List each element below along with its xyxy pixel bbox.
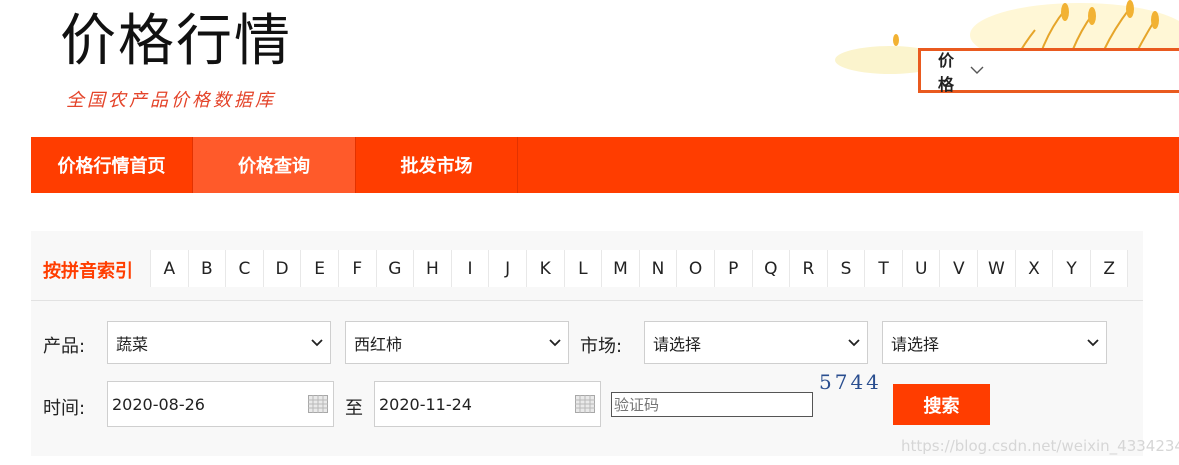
pinyin-letter-q[interactable]: Q: [752, 250, 791, 287]
date-to-input[interactable]: 2020-11-24: [374, 381, 601, 427]
search-input[interactable]: [998, 51, 1179, 90]
market-label: 市场:: [580, 336, 623, 357]
pinyin-letter-f[interactable]: F: [338, 250, 377, 287]
query-panel: 按拼音索引 ABCDEFGHIJKLMNOPQRSTUVWXYZ 产品: 蔬菜 …: [31, 231, 1143, 456]
product-label: 产品:: [43, 336, 86, 357]
main-nav: 价格行情首页 价格查询 批发市场: [31, 137, 1179, 193]
pinyin-letter-t[interactable]: T: [865, 250, 903, 287]
date-to-value: 2020-11-24: [379, 394, 472, 414]
pinyin-letter-e[interactable]: E: [301, 250, 339, 287]
search-button[interactable]: 搜索: [893, 384, 990, 425]
market-name-value: 请选择: [891, 334, 940, 354]
pinyin-letter-s[interactable]: S: [827, 250, 866, 287]
pinyin-letter-g[interactable]: G: [376, 250, 415, 287]
product-category-select[interactable]: 蔬菜: [107, 321, 331, 364]
time-label: 时间:: [43, 398, 86, 419]
pinyin-index-title: 按拼音索引: [43, 261, 133, 282]
pinyin-letter-m[interactable]: M: [602, 250, 640, 287]
date-from-value: 2020-08-26: [112, 394, 205, 414]
date-separator: 至: [345, 398, 363, 419]
product-category-value: 蔬菜: [116, 334, 149, 354]
pinyin-letter-y[interactable]: Y: [1053, 250, 1091, 287]
pinyin-letter-p[interactable]: P: [714, 250, 753, 287]
chevron-down-icon: [970, 66, 984, 75]
pinyin-letter-h[interactable]: H: [414, 250, 452, 287]
pinyin-letter-b[interactable]: B: [188, 250, 227, 287]
pinyin-letter-i[interactable]: I: [451, 250, 490, 287]
market-province-value: 请选择: [653, 334, 702, 354]
calendar-icon[interactable]: [303, 395, 333, 413]
market-province-select[interactable]: 请选择: [644, 321, 868, 364]
chevron-down-icon: [304, 338, 330, 347]
pinyin-letter-d[interactable]: D: [263, 250, 302, 287]
nav-home[interactable]: 价格行情首页: [31, 137, 193, 193]
pinyin-letter-c[interactable]: C: [226, 250, 264, 287]
chevron-down-icon: [841, 338, 867, 347]
calendar-icon[interactable]: [570, 395, 600, 413]
logo-subtitle: 全国农产品价格数据库: [66, 90, 276, 111]
search-type-dropdown[interactable]: 价格: [921, 51, 984, 94]
chevron-down-icon: [1080, 338, 1106, 347]
nav-wholesale-market[interactable]: 批发市场: [356, 137, 518, 193]
chevron-down-icon: [542, 338, 568, 347]
product-name-value: 西红柿: [354, 334, 403, 354]
pinyin-index: 按拼音索引 ABCDEFGHIJKLMNOPQRSTUVWXYZ: [31, 231, 1143, 301]
date-from-input[interactable]: 2020-08-26: [107, 381, 334, 427]
pinyin-letter-v[interactable]: V: [940, 250, 979, 287]
pinyin-letter-z[interactable]: Z: [1090, 250, 1129, 287]
watermark: https://blog.csdn.net/weixin_43342341: [901, 437, 1179, 455]
pinyin-letter-x[interactable]: X: [1015, 250, 1054, 287]
pinyin-letter-r[interactable]: R: [790, 250, 828, 287]
pinyin-letter-a[interactable]: A: [151, 250, 189, 287]
search-bar: 价格: [918, 48, 1179, 94]
nav-price-query[interactable]: 价格查询: [193, 137, 356, 193]
pinyin-letter-l[interactable]: L: [564, 250, 603, 287]
pinyin-letter-o[interactable]: O: [677, 250, 715, 287]
logo-title: 价格行情: [60, 9, 292, 74]
captcha-input[interactable]: [611, 392, 813, 417]
pinyin-letter-list: ABCDEFGHIJKLMNOPQRSTUVWXYZ: [150, 250, 1129, 287]
pinyin-letter-w[interactable]: W: [978, 250, 1016, 287]
search-type-label: 价格: [938, 50, 955, 94]
pinyin-letter-k[interactable]: K: [526, 250, 565, 287]
market-name-select[interactable]: 请选择: [882, 321, 1107, 364]
pinyin-letter-j[interactable]: J: [489, 250, 527, 287]
captcha-image[interactable]: 5744: [819, 370, 885, 396]
pinyin-letter-n[interactable]: N: [639, 250, 678, 287]
pinyin-letter-u[interactable]: U: [902, 250, 941, 287]
product-name-select[interactable]: 西红柿: [345, 321, 569, 364]
